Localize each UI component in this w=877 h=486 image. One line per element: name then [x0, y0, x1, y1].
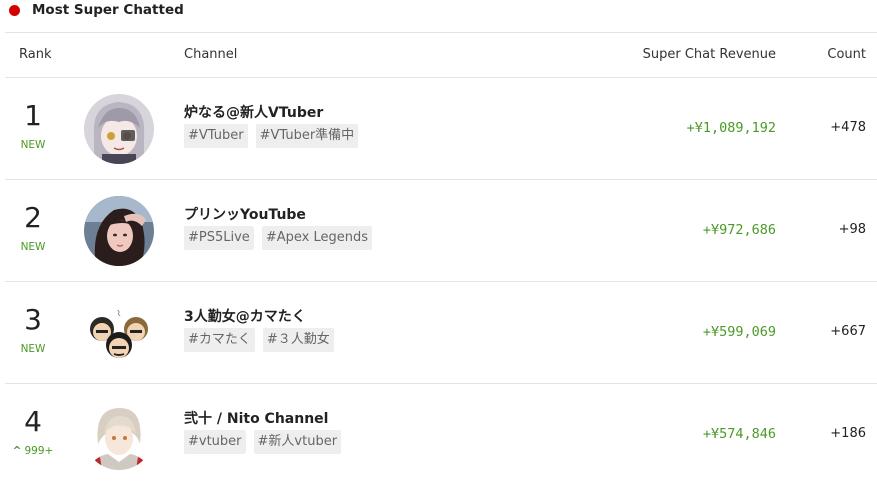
tag[interactable]: #VTuber — [184, 124, 248, 148]
rank-change-badge: NEW — [20, 241, 46, 253]
tag-list: #PS5Live #Apex Legends — [184, 226, 372, 250]
rank-number: 3 — [24, 303, 42, 336]
up-arrow-icon: ^ — [12, 445, 22, 457]
table-header: Rank Channel Super Chat Revenue Count — [5, 32, 877, 78]
super-chat-revenue: +¥1,089,192 — [686, 120, 776, 136]
rank-number: 4 — [24, 405, 42, 438]
super-chat-revenue: +¥972,686 — [702, 222, 776, 238]
super-chat-revenue: +¥599,069 — [702, 324, 776, 340]
channel-avatar[interactable] — [84, 400, 154, 470]
section-title: Most Super Chatted — [32, 2, 184, 18]
tag[interactable]: #カマたく — [184, 328, 255, 352]
tag[interactable]: #３人勤女 — [262, 328, 334, 352]
column-header-rank: Rank — [19, 47, 52, 62]
super-chat-count: +186 — [830, 426, 866, 441]
channel-name[interactable]: 弐十 / Nito Channel — [184, 408, 328, 428]
rank-number: 2 — [24, 201, 42, 234]
super-chat-count: +98 — [838, 222, 866, 237]
tag-list: #VTuber #VTuber準備中 — [184, 124, 359, 148]
rank-change-badge: ^ 999+ — [12, 445, 54, 457]
column-header-revenue: Super Chat Revenue — [642, 47, 776, 62]
column-header-channel: Channel — [184, 47, 238, 62]
live-dot-icon — [9, 5, 20, 16]
tag[interactable]: #Apex Legends — [261, 226, 372, 250]
super-chat-revenue: +¥574,846 — [702, 426, 776, 442]
rank-number: 1 — [24, 99, 42, 132]
channel-name[interactable]: 炉なる@新人VTuber — [184, 102, 323, 122]
channel-avatar[interactable] — [84, 94, 154, 164]
channel-avatar[interactable]: ～ — [84, 298, 154, 368]
column-header-count: Count — [827, 47, 866, 62]
tag[interactable]: #PS5Live — [184, 226, 254, 250]
super-chat-count: +667 — [830, 324, 866, 339]
super-chat-count: +478 — [830, 120, 866, 135]
table-row[interactable]: 3 NEW ～ 3人勤女@カマたく #カマたく #３人勤女 +¥599,069 … — [5, 282, 877, 384]
tag-list: #vtuber #新人vtuber — [184, 430, 342, 454]
table-row[interactable]: 1 NEW 炉なる@新人VTuber #VTuber #VTuber準備中 +¥… — [5, 78, 877, 180]
ranking-table: Rank Channel Super Chat Revenue Count 1 … — [5, 32, 877, 486]
table-row[interactable]: 2 NEW プリンッYouTube #PS5Live #Apex Legends… — [5, 180, 877, 282]
channel-avatar[interactable] — [84, 196, 154, 266]
tag[interactable]: #VTuber準備中 — [255, 124, 359, 148]
tag[interactable]: #vtuber — [184, 430, 246, 454]
rank-change-badge: NEW — [20, 139, 46, 151]
tag[interactable]: #新人vtuber — [253, 430, 342, 454]
tag-list: #カマたく #３人勤女 — [184, 328, 334, 352]
rank-change-badge: NEW — [20, 343, 46, 355]
table-row[interactable]: 4 ^ 999+ 弐十 / Nito Channel #vtuber #新人vtu… — [5, 384, 877, 486]
channel-name[interactable]: プリンッYouTube — [184, 204, 306, 224]
channel-name[interactable]: 3人勤女@カマたく — [184, 306, 306, 326]
